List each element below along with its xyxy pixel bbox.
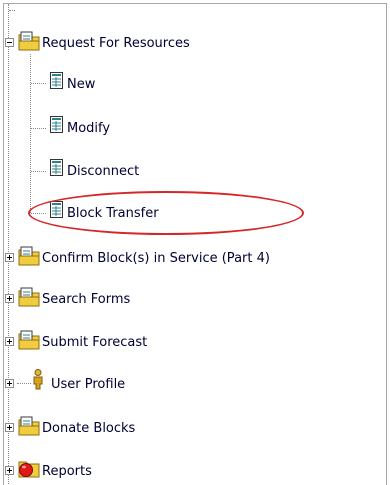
folder-form-icon	[18, 330, 40, 350]
tree-connector	[9, 10, 15, 11]
tree-connector	[31, 171, 46, 172]
expand-toggle[interactable]	[5, 423, 14, 432]
tree-branch-line	[30, 54, 31, 213]
tree-connector	[31, 83, 46, 84]
user-icon	[33, 369, 43, 390]
folder-form-icon	[18, 287, 40, 307]
expand-toggle[interactable]	[5, 253, 14, 262]
navigation-tree-panel: Request For Resources New Modify Disconn…	[3, 3, 387, 485]
folder-form-icon	[18, 31, 40, 51]
tree-connector	[31, 128, 46, 129]
tree-item-modify[interactable]: Modify	[67, 121, 110, 137]
tree-item-request-for-resources[interactable]: Request For Resources	[42, 36, 190, 52]
tree-item-disconnect[interactable]: Disconnect	[67, 164, 139, 180]
tree-item-search-forms[interactable]: Search Forms	[42, 292, 130, 308]
tree-root-line	[8, 4, 9, 485]
form-document-icon	[50, 72, 63, 89]
expand-toggle[interactable]	[5, 466, 14, 475]
expand-toggle[interactable]	[5, 337, 14, 346]
folder-form-icon	[18, 246, 40, 266]
tree-item-donate-blocks[interactable]: Donate Blocks	[42, 421, 135, 437]
tree-connector	[17, 383, 31, 384]
tree-item-submit-forecast[interactable]: Submit Forecast	[42, 335, 147, 351]
folder-form-icon	[18, 416, 40, 436]
expand-toggle[interactable]	[5, 379, 14, 388]
tree-item-reports[interactable]: Reports	[42, 464, 92, 480]
tree-item-confirm-blocks[interactable]: Confirm Block(s) in Service (Part 4)	[42, 251, 270, 267]
reports-folder-icon	[18, 461, 40, 478]
highlight-ring	[28, 191, 304, 235]
expand-toggle[interactable]	[5, 294, 14, 303]
collapse-toggle[interactable]	[5, 38, 14, 47]
form-document-icon	[50, 116, 63, 133]
tree-item-user-profile[interactable]: User Profile	[51, 377, 125, 393]
form-document-icon	[50, 159, 63, 176]
tree-item-new[interactable]: New	[67, 77, 95, 93]
